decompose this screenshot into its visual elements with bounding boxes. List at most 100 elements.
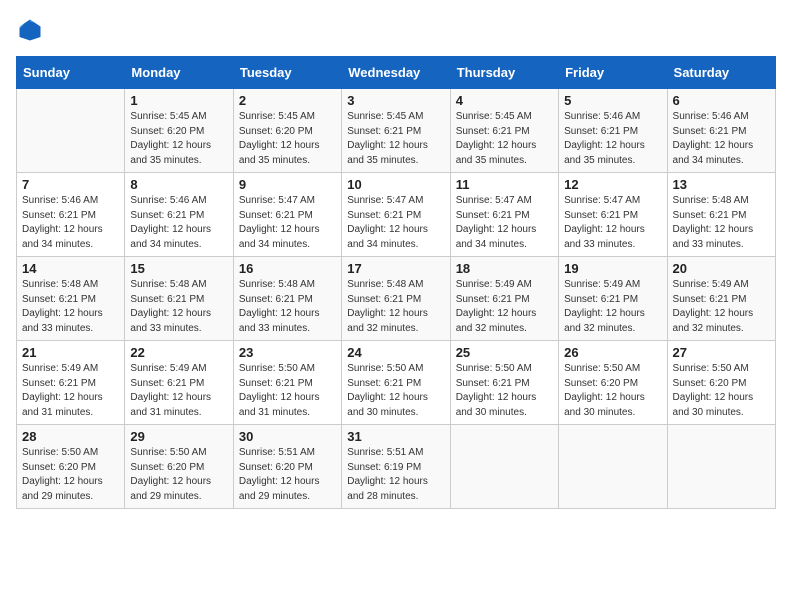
logo-icon <box>16 16 44 44</box>
day-number: 11 <box>456 177 553 192</box>
col-friday: Friday <box>559 57 667 89</box>
day-info: Sunrise: 5:49 AM Sunset: 6:21 PM Dayligh… <box>673 278 770 336</box>
calendar-cell <box>667 425 775 509</box>
calendar-cell: 20 Sunrise: 5:49 AM Sunset: 6:21 PM Dayli… <box>667 257 775 341</box>
calendar-week-2: 7 Sunrise: 5:46 AM Sunset: 6:21 PM Daylig… <box>17 173 776 257</box>
day-info: Sunrise: 5:45 AM Sunset: 6:21 PM Dayligh… <box>456 110 553 168</box>
calendar-cell: 2Sunrise: 5:45 AM Sunset: 6:20 PM Daylig… <box>233 89 341 173</box>
col-saturday: Saturday <box>667 57 775 89</box>
day-info: Sunrise: 5:45 AM Sunset: 6:20 PM Dayligh… <box>239 110 336 168</box>
calendar-cell: 7 Sunrise: 5:46 AM Sunset: 6:21 PM Daylig… <box>17 173 125 257</box>
day-info: Sunrise: 5:49 AM Sunset: 6:21 PM Dayligh… <box>22 362 119 420</box>
header-row: Sunday Monday Tuesday Wednesday Thursday… <box>17 57 776 89</box>
day-info: Sunrise: 5:49 AM Sunset: 6:21 PM Dayligh… <box>130 362 227 420</box>
day-number: 8 <box>130 177 227 192</box>
calendar-header: Sunday Monday Tuesday Wednesday Thursday… <box>17 57 776 89</box>
col-thursday: Thursday <box>450 57 558 89</box>
col-monday: Monday <box>125 57 233 89</box>
day-info: Sunrise: 5:50 AM Sunset: 6:20 PM Dayligh… <box>564 362 661 420</box>
calendar-cell: 23 Sunrise: 5:50 AM Sunset: 6:21 PM Dayli… <box>233 341 341 425</box>
day-number: 10 <box>347 177 444 192</box>
day-info: Sunrise: 5:46 AM Sunset: 6:21 PM Dayligh… <box>22 194 119 252</box>
day-info: Sunrise: 5:48 AM Sunset: 6:21 PM Dayligh… <box>130 278 227 336</box>
day-number: 16 <box>239 261 336 276</box>
day-info: Sunrise: 5:45 AM Sunset: 6:20 PM Dayligh… <box>130 110 227 168</box>
calendar-cell <box>559 425 667 509</box>
day-info: Sunrise: 5:48 AM Sunset: 6:21 PM Dayligh… <box>239 278 336 336</box>
day-number: 5 <box>564 93 661 108</box>
day-info: Sunrise: 5:50 AM Sunset: 6:20 PM Dayligh… <box>22 446 119 504</box>
day-info: Sunrise: 5:47 AM Sunset: 6:21 PM Dayligh… <box>347 194 444 252</box>
day-info: Sunrise: 5:47 AM Sunset: 6:21 PM Dayligh… <box>456 194 553 252</box>
calendar-cell: 21 Sunrise: 5:49 AM Sunset: 6:21 PM Dayli… <box>17 341 125 425</box>
day-number: 4 <box>456 93 553 108</box>
day-number: 15 <box>130 261 227 276</box>
calendar-week-3: 14 Sunrise: 5:48 AM Sunset: 6:21 PM Dayli… <box>17 257 776 341</box>
calendar-cell: 4 Sunrise: 5:45 AM Sunset: 6:21 PM Daylig… <box>450 89 558 173</box>
day-number: 7 <box>22 177 119 192</box>
day-number: 31 <box>347 429 444 444</box>
calendar-cell: 25 Sunrise: 5:50 AM Sunset: 6:21 PM Dayli… <box>450 341 558 425</box>
day-number: 19 <box>564 261 661 276</box>
day-number: 6 <box>673 93 770 108</box>
day-info: Sunrise: 5:46 AM Sunset: 6:21 PM Dayligh… <box>673 110 770 168</box>
calendar-cell: 26Sunrise: 5:50 AM Sunset: 6:20 PM Dayli… <box>559 341 667 425</box>
day-info: Sunrise: 5:50 AM Sunset: 6:21 PM Dayligh… <box>456 362 553 420</box>
calendar-cell: 15 Sunrise: 5:48 AM Sunset: 6:21 PM Dayli… <box>125 257 233 341</box>
logo <box>16 16 48 44</box>
day-info: Sunrise: 5:50 AM Sunset: 6:20 PM Dayligh… <box>130 446 227 504</box>
calendar-cell: 10 Sunrise: 5:47 AM Sunset: 6:21 PM Dayli… <box>342 173 450 257</box>
day-info: Sunrise: 5:49 AM Sunset: 6:21 PM Dayligh… <box>564 278 661 336</box>
day-number: 20 <box>673 261 770 276</box>
day-number: 18 <box>456 261 553 276</box>
day-number: 25 <box>456 345 553 360</box>
day-info: Sunrise: 5:49 AM Sunset: 6:21 PM Dayligh… <box>456 278 553 336</box>
col-wednesday: Wednesday <box>342 57 450 89</box>
calendar-cell <box>450 425 558 509</box>
calendar-cell: 27Sunrise: 5:50 AM Sunset: 6:20 PM Dayli… <box>667 341 775 425</box>
day-info: Sunrise: 5:47 AM Sunset: 6:21 PM Dayligh… <box>564 194 661 252</box>
calendar-cell: 1 Sunrise: 5:45 AM Sunset: 6:20 PM Daylig… <box>125 89 233 173</box>
calendar-cell <box>17 89 125 173</box>
calendar-cell: 5 Sunrise: 5:46 AM Sunset: 6:21 PM Daylig… <box>559 89 667 173</box>
calendar-table: Sunday Monday Tuesday Wednesday Thursday… <box>16 56 776 509</box>
calendar-cell: 16 Sunrise: 5:48 AM Sunset: 6:21 PM Dayli… <box>233 257 341 341</box>
day-info: Sunrise: 5:48 AM Sunset: 6:21 PM Dayligh… <box>347 278 444 336</box>
day-number: 14 <box>22 261 119 276</box>
calendar-cell: 18 Sunrise: 5:49 AM Sunset: 6:21 PM Dayli… <box>450 257 558 341</box>
day-info: Sunrise: 5:45 AM Sunset: 6:21 PM Dayligh… <box>347 110 444 168</box>
calendar-week-5: 28Sunrise: 5:50 AM Sunset: 6:20 PM Dayli… <box>17 425 776 509</box>
calendar-cell: 14 Sunrise: 5:48 AM Sunset: 6:21 PM Dayli… <box>17 257 125 341</box>
day-info: Sunrise: 5:50 AM Sunset: 6:21 PM Dayligh… <box>347 362 444 420</box>
day-info: Sunrise: 5:51 AM Sunset: 6:19 PM Dayligh… <box>347 446 444 504</box>
day-info: Sunrise: 5:51 AM Sunset: 6:20 PM Dayligh… <box>239 446 336 504</box>
day-info: Sunrise: 5:47 AM Sunset: 6:21 PM Dayligh… <box>239 194 336 252</box>
calendar-cell: 31 Sunrise: 5:51 AM Sunset: 6:19 PM Dayli… <box>342 425 450 509</box>
calendar-week-1: 1 Sunrise: 5:45 AM Sunset: 6:20 PM Daylig… <box>17 89 776 173</box>
day-info: Sunrise: 5:48 AM Sunset: 6:21 PM Dayligh… <box>22 278 119 336</box>
calendar-cell: 30 Sunrise: 5:51 AM Sunset: 6:20 PM Dayli… <box>233 425 341 509</box>
day-number: 24 <box>347 345 444 360</box>
page-header <box>16 16 776 44</box>
day-number: 30 <box>239 429 336 444</box>
day-number: 12 <box>564 177 661 192</box>
day-info: Sunrise: 5:46 AM Sunset: 6:21 PM Dayligh… <box>130 194 227 252</box>
day-number: 1 <box>130 93 227 108</box>
calendar-cell: 8 Sunrise: 5:46 AM Sunset: 6:21 PM Daylig… <box>125 173 233 257</box>
day-number: 23 <box>239 345 336 360</box>
day-info: Sunrise: 5:46 AM Sunset: 6:21 PM Dayligh… <box>564 110 661 168</box>
calendar-cell: 19 Sunrise: 5:49 AM Sunset: 6:21 PM Dayli… <box>559 257 667 341</box>
day-info: Sunrise: 5:50 AM Sunset: 6:21 PM Dayligh… <box>239 362 336 420</box>
calendar-cell: 12 Sunrise: 5:47 AM Sunset: 6:21 PM Dayli… <box>559 173 667 257</box>
calendar-cell: 13Sunrise: 5:48 AM Sunset: 6:21 PM Dayli… <box>667 173 775 257</box>
calendar-week-4: 21 Sunrise: 5:49 AM Sunset: 6:21 PM Dayli… <box>17 341 776 425</box>
calendar-cell: 3 Sunrise: 5:45 AM Sunset: 6:21 PM Daylig… <box>342 89 450 173</box>
day-number: 13 <box>673 177 770 192</box>
day-number: 17 <box>347 261 444 276</box>
day-number: 29 <box>130 429 227 444</box>
calendar-cell: 24 Sunrise: 5:50 AM Sunset: 6:21 PM Dayli… <box>342 341 450 425</box>
day-number: 27 <box>673 345 770 360</box>
col-sunday: Sunday <box>17 57 125 89</box>
day-number: 3 <box>347 93 444 108</box>
day-number: 21 <box>22 345 119 360</box>
